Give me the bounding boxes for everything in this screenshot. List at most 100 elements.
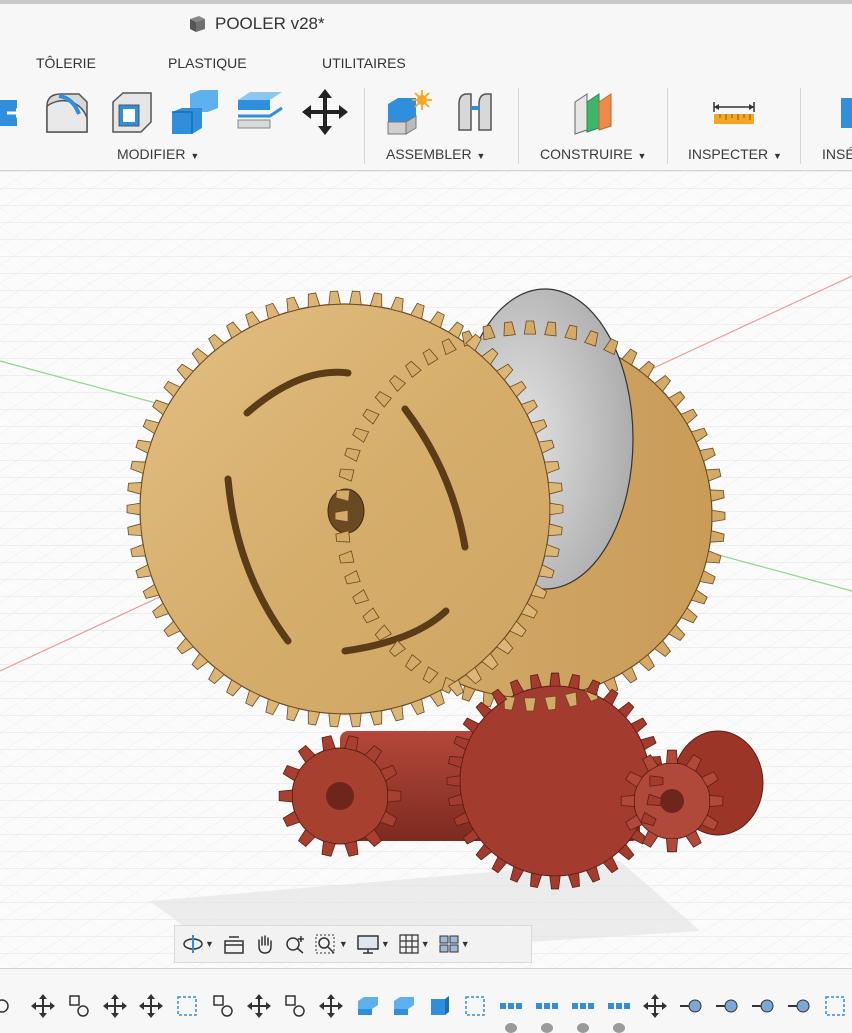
gear-tooth <box>711 509 726 523</box>
pan-icon <box>258 935 272 954</box>
fillet-button[interactable] <box>40 86 94 138</box>
viewports-caret-icon: ▼ <box>460 939 470 949</box>
timeline-item[interactable] <box>714 993 740 1019</box>
timeline-item[interactable] <box>642 993 668 1019</box>
timeline-item[interactable] <box>210 993 236 1019</box>
timeline-item[interactable] <box>534 993 560 1019</box>
offset-face-button[interactable] <box>232 86 286 138</box>
gear-tooth <box>549 502 564 516</box>
press-pull-button[interactable] <box>0 86 32 138</box>
component-icon <box>680 999 702 1013</box>
gear-tooth <box>620 795 635 807</box>
zoom-icon <box>286 936 304 954</box>
extrude-icon <box>394 997 414 1015</box>
joint-button[interactable] <box>448 86 502 138</box>
construire-menu-label: CONSTRUIRE <box>540 146 633 162</box>
look-at-icon <box>224 936 244 954</box>
new-component-icon <box>387 90 432 135</box>
viewports-button[interactable]: ▼ <box>435 929 473 959</box>
fit-button[interactable]: ▼ <box>311 929 351 959</box>
timeline-item[interactable] <box>606 993 632 1019</box>
gear-tooth <box>709 795 724 807</box>
pattern-icon <box>572 1003 594 1009</box>
gear-tooth <box>334 509 349 523</box>
inserer-menu[interactable]: INSÉ <box>822 146 852 162</box>
timeline-item[interactable] <box>102 993 128 1019</box>
timeline-item[interactable] <box>786 993 812 1019</box>
combine-icon <box>172 90 218 134</box>
gear-tooth <box>126 502 141 516</box>
offset-plane-button[interactable] <box>566 86 620 138</box>
rigid-group-icon <box>69 995 89 1017</box>
timeline-item[interactable] <box>138 993 164 1019</box>
sketch-icon <box>177 996 197 1016</box>
front-wood-gear <box>139 303 551 715</box>
timeline-item[interactable] <box>498 993 524 1019</box>
move-copy-button[interactable] <box>298 86 352 138</box>
grid-settings-button[interactable]: ▼ <box>395 929 433 959</box>
gear-tooth <box>446 775 461 787</box>
tab-tolerie[interactable]: TÔLERIE <box>36 55 96 71</box>
assembler-menu-label: ASSEMBLER <box>386 146 472 162</box>
document-title: POOLER v28* <box>215 14 325 33</box>
move-icon <box>103 994 127 1018</box>
canvas-scene <box>0 171 852 968</box>
assembler-menu[interactable]: ASSEMBLER ▼ <box>386 146 485 162</box>
timeline-item[interactable] <box>354 993 380 1019</box>
timeline-item[interactable] <box>282 993 308 1019</box>
timeline-item[interactable] <box>66 993 92 1019</box>
box-icon <box>431 996 449 1015</box>
timeline-item[interactable] <box>0 993 20 1019</box>
inspecter-menu[interactable]: INSPECTER ▼ <box>688 146 782 162</box>
timeline-item[interactable] <box>246 993 272 1019</box>
sketch-icon <box>465 996 485 1016</box>
pan-button[interactable] <box>251 929 279 959</box>
pattern-icon <box>500 1003 522 1009</box>
gear-tooth <box>523 320 537 335</box>
tab-utilitaires[interactable]: UTILITAIRES <box>322 55 406 71</box>
timeline-item[interactable] <box>30 993 56 1019</box>
gear-tooth <box>549 875 561 890</box>
red-large-gear <box>459 685 651 877</box>
display-settings-button[interactable]: ▼ <box>353 929 393 959</box>
extrude-icon <box>358 997 378 1015</box>
measure-button[interactable] <box>707 86 761 138</box>
timeline-item[interactable] <box>750 993 776 1019</box>
orbit-button[interactable]: ▼ <box>179 929 217 959</box>
fit-caret-icon: ▼ <box>338 939 348 949</box>
red-gear-bore-right <box>660 789 684 813</box>
combine-button[interactable] <box>168 86 222 138</box>
inspecter-menu-label: INSPECTER <box>688 146 769 162</box>
move-icon <box>31 994 55 1018</box>
press-pull-icon <box>0 100 23 126</box>
timeline-item[interactable] <box>678 993 704 1019</box>
timeline-item[interactable] <box>390 993 416 1019</box>
tab-plastique[interactable]: PLASTIQUE <box>168 55 247 71</box>
shell-button[interactable] <box>104 86 158 138</box>
grid-settings-icon <box>399 934 419 954</box>
insert-button[interactable] <box>830 86 852 138</box>
rigid-group-icon <box>213 995 233 1017</box>
document-cube-icon <box>190 16 205 32</box>
timeline-item[interactable] <box>462 993 488 1019</box>
move-icon <box>643 994 667 1018</box>
timeline-item[interactable] <box>174 993 200 1019</box>
timeline-item[interactable] <box>822 993 848 1019</box>
timeline-item[interactable] <box>318 993 344 1019</box>
timeline-item[interactable] <box>426 993 452 1019</box>
ribbon-separator <box>667 88 668 164</box>
assembler-caret-icon: ▼ <box>476 151 486 161</box>
look-at-button[interactable] <box>219 929 249 959</box>
insert-icon <box>841 98 852 128</box>
timeline-item[interactable] <box>570 993 596 1019</box>
modifier-menu[interactable]: MODIFIER ▼ <box>117 146 199 162</box>
gear-tooth <box>549 672 561 687</box>
construire-menu[interactable]: CONSTRUIRE ▼ <box>540 146 646 162</box>
document-title-area[interactable]: POOLER v28* <box>186 13 325 35</box>
sketch-icon <box>825 996 845 1016</box>
zoom-button[interactable] <box>281 929 309 959</box>
3d-viewport[interactable] <box>0 171 852 968</box>
new-component-button[interactable] <box>382 86 436 138</box>
orbit-icon <box>183 935 203 953</box>
display-caret-icon: ▼ <box>380 939 390 949</box>
